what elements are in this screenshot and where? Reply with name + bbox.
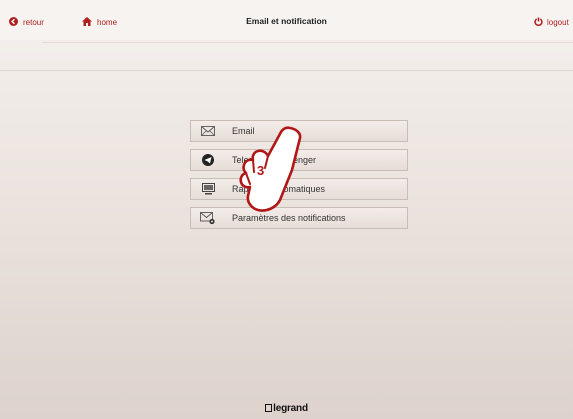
envelope-gear-icon (200, 211, 216, 225)
page-title: Email et notification (246, 16, 327, 26)
envelope-icon (200, 124, 216, 138)
brand-name: legrand (273, 403, 308, 414)
menu-item-notification-settings[interactable]: Paramètres des notifications (190, 207, 408, 229)
menu-item-telegram[interactable]: Telegram Messenger (190, 149, 408, 171)
monitor-report-icon (200, 182, 216, 196)
menu-item-label: Email (232, 126, 255, 136)
step-number: 3 (257, 163, 265, 178)
logout-button[interactable]: logout (534, 17, 569, 28)
app-screen: retour home Email et notification logout (0, 0, 573, 419)
header-divider (42, 42, 573, 43)
menu-item-label: Telegram Messenger (232, 155, 317, 165)
legrand-logo: legrand (0, 403, 573, 414)
menu-item-automatic-reports[interactable]: Rapports automatiques (190, 178, 408, 200)
logout-label: logout (547, 18, 569, 27)
subheader-divider (0, 70, 573, 71)
menu-item-label: Paramètres des notifications (232, 213, 346, 223)
notification-menu: Email Telegram Messenger Rapports automa… (190, 120, 408, 236)
legrand-logo-mark (265, 404, 273, 412)
power-icon (534, 17, 543, 28)
menu-item-label: Rapports automatiques (232, 184, 326, 194)
telegram-icon (200, 153, 216, 167)
menu-item-email[interactable]: Email (190, 120, 408, 142)
